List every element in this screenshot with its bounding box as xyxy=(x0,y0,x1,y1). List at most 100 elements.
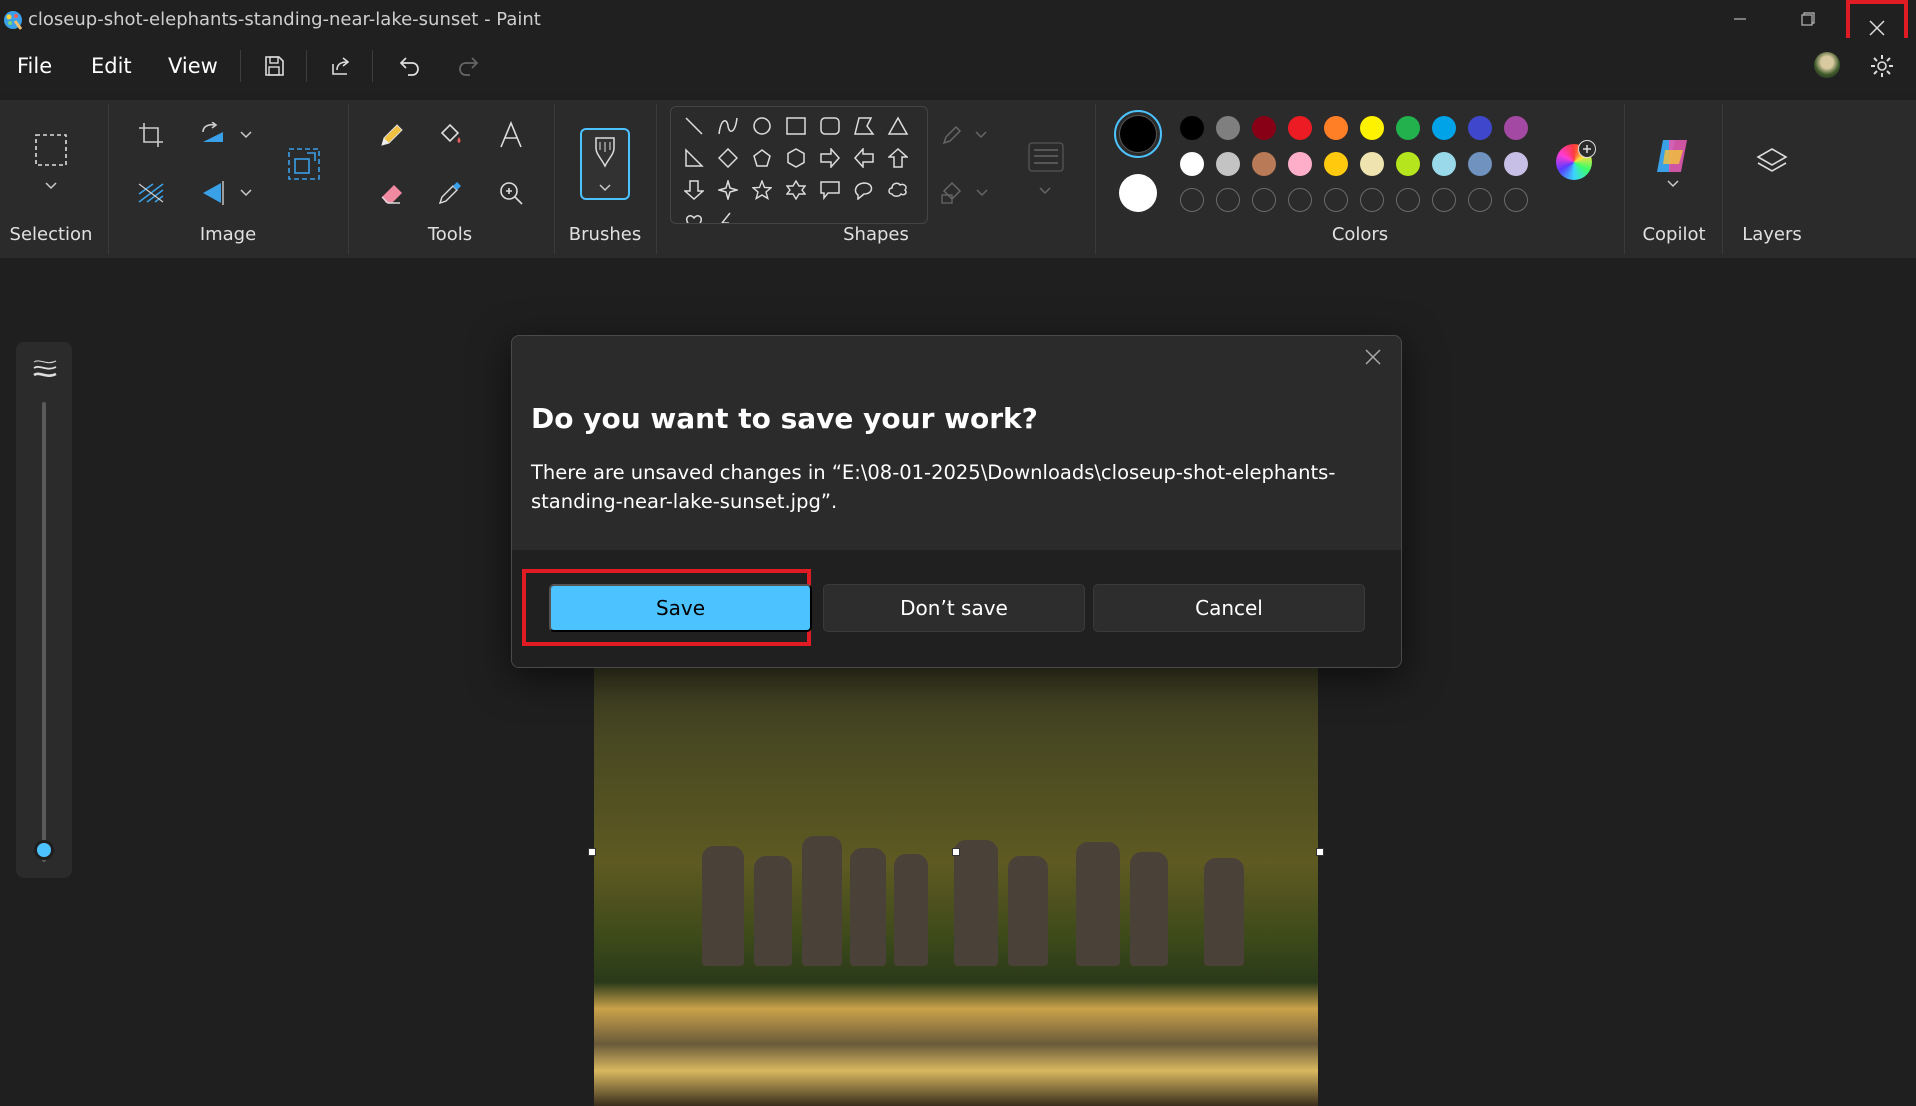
menu-view[interactable]: View xyxy=(168,54,218,78)
copilot-button[interactable] xyxy=(1652,136,1692,176)
color-swatch[interactable] xyxy=(1432,116,1456,140)
minimize-button[interactable] xyxy=(1704,0,1776,38)
cloud-callout-shape[interactable] xyxy=(881,174,915,206)
magnifier-tool[interactable] xyxy=(491,173,531,213)
pentagon-shape[interactable] xyxy=(745,142,779,174)
crop-tool[interactable] xyxy=(131,115,171,155)
size-slider-track[interactable] xyxy=(42,402,46,862)
color-swatch[interactable] xyxy=(1504,152,1528,176)
left-arrow-shape[interactable] xyxy=(847,142,881,174)
oval-callout-shape[interactable] xyxy=(847,174,881,206)
rectangle-shape[interactable] xyxy=(779,110,813,142)
diamond-shape[interactable] xyxy=(711,142,745,174)
share-button[interactable] xyxy=(321,46,361,86)
color-swatch[interactable] xyxy=(1396,116,1420,140)
menu-edit[interactable]: Edit xyxy=(91,54,132,78)
custom-color-slot[interactable] xyxy=(1504,188,1528,212)
color-swatch[interactable] xyxy=(1288,152,1312,176)
save-button[interactable]: Save xyxy=(549,584,812,632)
resize-tool[interactable] xyxy=(284,144,324,184)
rectangle-callout-shape[interactable] xyxy=(813,174,847,206)
size-slider-thumb[interactable] xyxy=(34,840,54,860)
flip-dropdown[interactable] xyxy=(240,189,252,197)
image-canvas[interactable] xyxy=(594,664,1318,1106)
five-point-star-shape[interactable] xyxy=(745,174,779,206)
color-swatch[interactable] xyxy=(1288,116,1312,140)
custom-color-slot[interactable] xyxy=(1180,188,1204,212)
shape-size-tool[interactable] xyxy=(1026,138,1066,178)
resize-handle[interactable] xyxy=(1316,848,1324,856)
hexagon-shape[interactable] xyxy=(779,142,813,174)
color-swatch[interactable] xyxy=(1216,116,1240,140)
color-swatch[interactable] xyxy=(1360,152,1384,176)
secondary-color[interactable] xyxy=(1119,174,1157,212)
avatar[interactable] xyxy=(1814,52,1840,78)
triangle-shape[interactable] xyxy=(881,110,915,142)
color-swatch[interactable] xyxy=(1468,152,1492,176)
dont-save-button[interactable]: Don’t save xyxy=(823,584,1085,632)
restore-button[interactable] xyxy=(1772,0,1844,38)
rotate-dropdown[interactable] xyxy=(240,131,252,139)
rounded-rectangle-shape[interactable] xyxy=(813,110,847,142)
selection-dropdown[interactable] xyxy=(45,182,57,190)
image-effects-tool[interactable] xyxy=(131,173,171,213)
lightning-shape[interactable] xyxy=(711,206,745,223)
color-swatch[interactable] xyxy=(1180,152,1204,176)
color-swatch[interactable] xyxy=(1216,152,1240,176)
heart-shape[interactable] xyxy=(677,206,711,223)
color-swatch[interactable] xyxy=(1252,116,1276,140)
color-swatch[interactable] xyxy=(1360,116,1384,140)
fill-shape-tool[interactable] xyxy=(934,173,994,213)
line-shape[interactable] xyxy=(677,110,711,142)
color-swatch[interactable] xyxy=(1252,152,1276,176)
primary-color[interactable] xyxy=(1114,110,1162,158)
resize-handle[interactable] xyxy=(952,848,960,856)
flip-tool[interactable] xyxy=(193,173,233,213)
eraser-tool[interactable] xyxy=(372,173,412,213)
custom-color-slot[interactable] xyxy=(1324,188,1348,212)
save-quick-button[interactable] xyxy=(254,46,294,86)
custom-color-slot[interactable] xyxy=(1468,188,1492,212)
cancel-button[interactable]: Cancel xyxy=(1093,584,1365,632)
outline-tool[interactable] xyxy=(934,115,994,155)
color-picker-tool[interactable] xyxy=(430,173,470,213)
custom-color-slot[interactable] xyxy=(1360,188,1384,212)
right-arrow-shape[interactable] xyxy=(813,142,847,174)
text-tool[interactable] xyxy=(491,115,531,155)
pencil-tool[interactable] xyxy=(372,115,412,155)
color-swatch[interactable] xyxy=(1396,152,1420,176)
redo-button[interactable] xyxy=(448,46,488,86)
polygon-shape[interactable] xyxy=(847,110,881,142)
color-swatch[interactable] xyxy=(1324,116,1348,140)
color-swatch[interactable] xyxy=(1504,116,1528,140)
up-arrow-shape[interactable] xyxy=(881,142,915,174)
rotate-tool[interactable] xyxy=(193,115,233,155)
custom-color-slot[interactable] xyxy=(1252,188,1276,212)
undo-button[interactable] xyxy=(390,46,430,86)
down-arrow-shape[interactable] xyxy=(677,174,711,206)
menu-file[interactable]: File xyxy=(17,54,52,78)
settings-button[interactable] xyxy=(1862,46,1902,86)
resize-handle[interactable] xyxy=(588,848,596,856)
curve-shape[interactable] xyxy=(711,110,745,142)
six-point-star-shape[interactable] xyxy=(779,174,813,206)
color-swatch[interactable] xyxy=(1432,152,1456,176)
selection-tool[interactable] xyxy=(31,130,71,170)
custom-color-slot[interactable] xyxy=(1432,188,1456,212)
layers-button[interactable] xyxy=(1752,142,1792,182)
brushes-button[interactable] xyxy=(580,128,630,200)
four-point-star-shape[interactable] xyxy=(711,174,745,206)
color-swatch[interactable] xyxy=(1468,116,1492,140)
custom-color-slot[interactable] xyxy=(1396,188,1420,212)
edit-colors-button[interactable] xyxy=(1556,140,1596,180)
oval-shape[interactable] xyxy=(745,110,779,142)
color-swatch[interactable] xyxy=(1324,152,1348,176)
fill-tool[interactable] xyxy=(430,115,470,155)
dialog-close-button[interactable] xyxy=(1364,348,1382,366)
color-swatch[interactable] xyxy=(1180,116,1204,140)
shape-size-dropdown[interactable] xyxy=(1039,187,1051,195)
custom-color-slot[interactable] xyxy=(1216,188,1240,212)
custom-color-slot[interactable] xyxy=(1288,188,1312,212)
right-triangle-shape[interactable] xyxy=(677,142,711,174)
copilot-dropdown[interactable] xyxy=(1667,180,1679,188)
